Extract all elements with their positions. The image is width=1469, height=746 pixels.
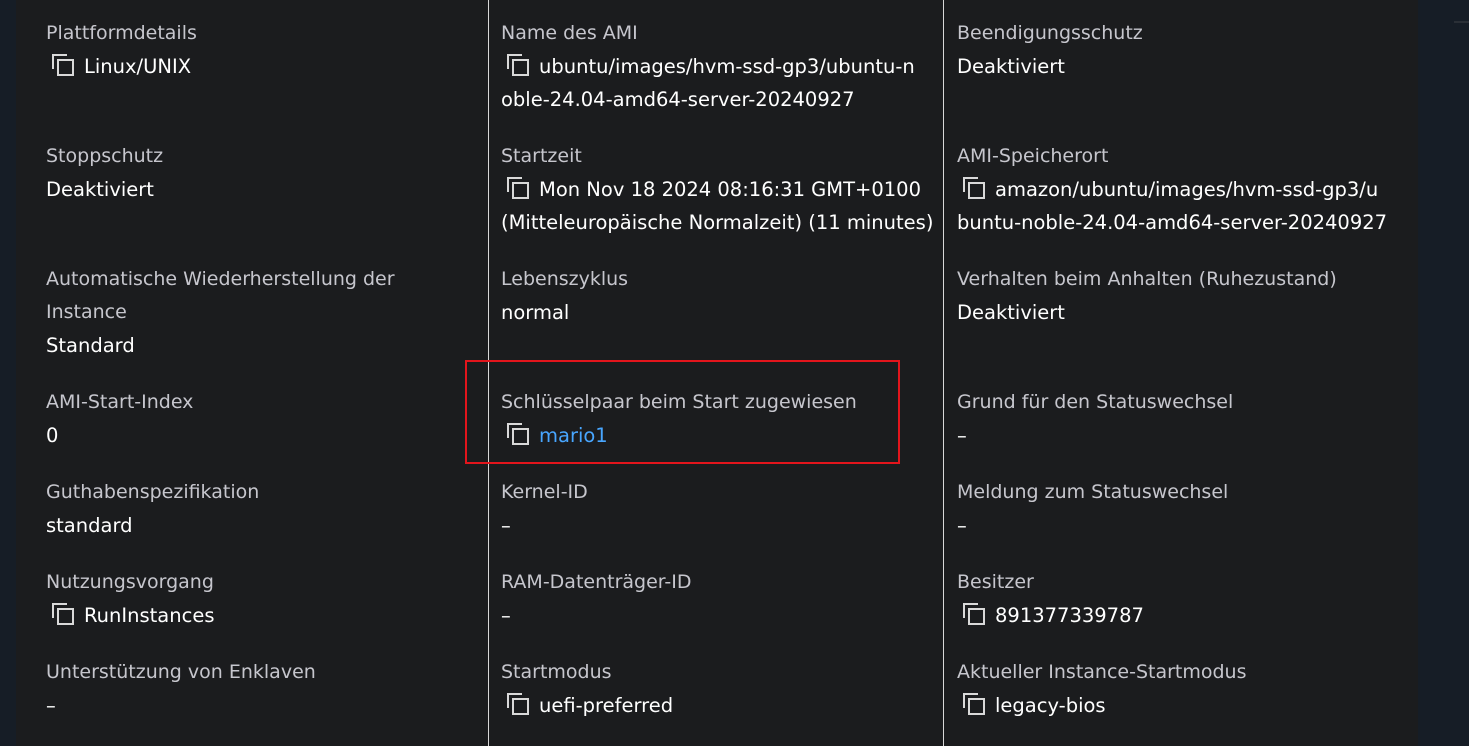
field-value: – bbox=[501, 514, 511, 537]
field-value: Deaktiviert bbox=[957, 55, 1065, 78]
field-value: RunInstances bbox=[46, 599, 215, 632]
copy-icon[interactable] bbox=[962, 602, 986, 626]
field-value: – bbox=[46, 694, 56, 717]
field-label: Startzeit bbox=[501, 145, 582, 167]
field-label: Aktueller Instance-Startmodus bbox=[957, 661, 1247, 683]
field-label: Stoppschutz bbox=[46, 145, 164, 167]
field-label: Startmodus bbox=[501, 661, 612, 683]
field-value: – bbox=[957, 424, 967, 447]
field-label: Guthabenspezifikation bbox=[46, 481, 260, 503]
field-lebenszyklus: Lebenszyklus normal bbox=[501, 263, 628, 329]
field-label: Unterstützung von Enklaven bbox=[46, 661, 316, 683]
field-enklaven: Unterstützung von Enklaven – bbox=[46, 656, 316, 722]
column-divider bbox=[943, 0, 944, 746]
field-label: Plattformdetails bbox=[46, 22, 197, 44]
copy-icon[interactable] bbox=[51, 53, 75, 77]
field-automatische-wiederherstellung: Automatische Wiederherstellung der Insta… bbox=[46, 263, 395, 362]
field-stoppschutz: Stoppschutz Deaktiviert bbox=[46, 140, 163, 206]
field-label: AMI-Speicherort bbox=[957, 145, 1109, 167]
field-plattformdetails: Plattformdetails Linux/UNIX bbox=[46, 17, 197, 83]
copy-icon[interactable] bbox=[962, 692, 986, 716]
field-besitzer: Besitzer 891377339787 bbox=[957, 566, 1144, 632]
field-label: AMI-Start-Index bbox=[46, 391, 194, 413]
field-label: Verhalten beim Anhalten (Ruhezustand) bbox=[957, 268, 1337, 290]
field-value-continued: oble-24.04-amd64-server-20240927 bbox=[501, 88, 855, 111]
field-value: – bbox=[957, 514, 967, 537]
field-value: Standard bbox=[46, 334, 135, 357]
field-value-continued: buntu-noble-24.04-amd64-server-20240927 bbox=[957, 211, 1388, 234]
field-value-continued: (Mitteleuropäische Normalzeit) (11 minut… bbox=[501, 211, 934, 234]
field-value-text: amazon/ubuntu/images/hvm-ssd-gp3/u bbox=[995, 178, 1379, 201]
field-label: Automatische Wiederherstellung der bbox=[46, 268, 395, 290]
field-value: uefi-preferred bbox=[501, 689, 673, 722]
field-value-text: legacy-bios bbox=[995, 694, 1106, 717]
field-beendigungsschutz: Beendigungsschutz Deaktiviert bbox=[957, 17, 1143, 83]
field-nutzungsvorgang: Nutzungsvorgang RunInstances bbox=[46, 566, 215, 632]
field-value: ubuntu/images/hvm-ssd-gp3/ubuntu-n bbox=[501, 50, 915, 83]
field-grund-statuswechsel: Grund für den Statuswechsel – bbox=[957, 386, 1233, 452]
field-value: Deaktiviert bbox=[957, 301, 1065, 324]
field-ami-speicherort: AMI-Speicherort amazon/ubuntu/images/hvm… bbox=[957, 140, 1387, 239]
field-value-text: uefi-preferred bbox=[539, 694, 674, 717]
highlight-box bbox=[465, 360, 900, 464]
field-value: – bbox=[501, 604, 511, 627]
field-value: Mon Nov 18 2024 08:16:31 GMT+0100 bbox=[501, 173, 933, 206]
field-value: amazon/ubuntu/images/hvm-ssd-gp3/u bbox=[957, 173, 1387, 206]
field-label: Name des AMI bbox=[501, 22, 638, 44]
copy-icon[interactable] bbox=[51, 602, 75, 626]
field-meldung-statuswechsel: Meldung zum Statuswechsel – bbox=[957, 476, 1228, 542]
field-label: Kernel-ID bbox=[501, 481, 588, 503]
field-guthabenspezifikation: Guthabenspezifikation standard bbox=[46, 476, 259, 542]
copy-icon[interactable] bbox=[506, 53, 530, 77]
field-ram-datentraeger-id: RAM-Datenträger-ID – bbox=[501, 566, 691, 632]
scroll-gutter bbox=[1418, 0, 1469, 746]
field-label: Nutzungsvorgang bbox=[46, 571, 214, 593]
field-label: Beendigungsschutz bbox=[957, 22, 1143, 44]
field-value: legacy-bios bbox=[957, 689, 1247, 722]
field-value-text: Mon Nov 18 2024 08:16:31 GMT+0100 bbox=[539, 178, 921, 201]
field-name-des-ami: Name des AMI ubuntu/images/hvm-ssd-gp3/u… bbox=[501, 17, 915, 116]
field-label: Instance bbox=[46, 301, 127, 323]
field-label: Besitzer bbox=[957, 571, 1034, 593]
field-verhalten-beim-anhalten: Verhalten beim Anhalten (Ruhezustand) De… bbox=[957, 263, 1337, 329]
field-value-text: Linux/UNIX bbox=[84, 55, 192, 78]
copy-icon[interactable] bbox=[506, 176, 530, 200]
field-startmodus: Startmodus uefi-preferred bbox=[501, 656, 673, 722]
field-value: standard bbox=[46, 514, 133, 537]
field-label: Grund für den Statuswechsel bbox=[957, 391, 1234, 413]
field-label: Lebenszyklus bbox=[501, 268, 629, 290]
field-value: normal bbox=[501, 301, 570, 324]
field-value-text: RunInstances bbox=[84, 604, 215, 627]
field-aktueller-startmodus: Aktueller Instance-Startmodus legacy-bio… bbox=[957, 656, 1247, 722]
field-kernel-id: Kernel-ID – bbox=[501, 476, 588, 542]
field-label: Meldung zum Statuswechsel bbox=[957, 481, 1229, 503]
field-ami-start-index: AMI-Start-Index 0 bbox=[46, 386, 193, 452]
copy-icon[interactable] bbox=[506, 692, 530, 716]
field-value-text: 891377339787 bbox=[995, 604, 1144, 627]
copy-icon[interactable] bbox=[962, 176, 986, 200]
field-value: 891377339787 bbox=[957, 599, 1144, 632]
field-value-text: ubuntu/images/hvm-ssd-gp3/ubuntu-n bbox=[539, 55, 915, 78]
field-label: RAM-Datenträger-ID bbox=[501, 571, 692, 593]
field-startzeit: Startzeit Mon Nov 18 2024 08:16:31 GMT+0… bbox=[501, 140, 933, 239]
scroll-gutter-mark bbox=[1454, 21, 1469, 23]
field-value: Deaktiviert bbox=[46, 178, 154, 201]
field-value: 0 bbox=[46, 424, 59, 447]
field-value: Linux/UNIX bbox=[46, 50, 197, 83]
